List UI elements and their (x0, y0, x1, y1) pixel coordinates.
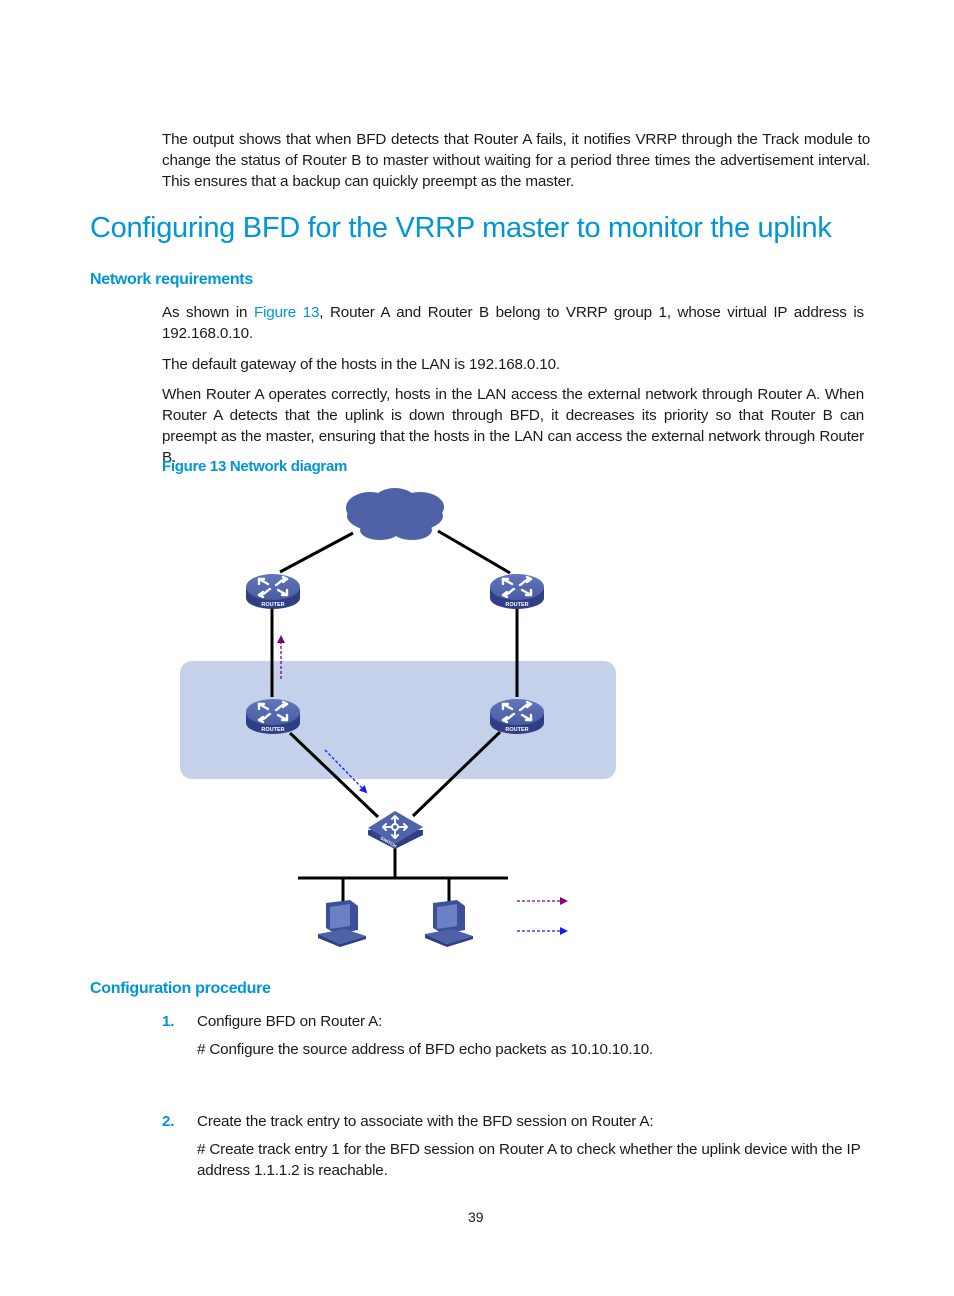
step-1-title: Configure BFD on Router A: (197, 1013, 383, 1030)
step-2-number: 2. (162, 1113, 175, 1130)
page-number: 39 (468, 1209, 484, 1225)
network-diagram: ROUTER ROUTER ROUTER ROUTER SWITCH (180, 488, 616, 947)
configuration-procedure-heading: Configuration procedure (90, 980, 271, 997)
host-icon-2 (425, 900, 473, 947)
step-2-detail: # Create track entry 1 for the BFD sessi… (197, 1141, 861, 1179)
step-1-number: 1. (162, 1013, 175, 1030)
link-cloud-router-right-top (437, 529, 511, 575)
router-label: ROUTER (505, 602, 528, 608)
host-icon-1 (318, 900, 366, 947)
router-label: ROUTER (505, 727, 528, 733)
router-icon-router-b: ROUTER (488, 697, 546, 736)
router-label: ROUTER (261, 602, 284, 608)
step-2-title: Create the track entry to associate with… (197, 1113, 654, 1130)
vrrp-group-area (180, 661, 616, 779)
router-icon-upper-right: ROUTER (488, 572, 546, 611)
router-icon-upper-left: ROUTER (244, 572, 302, 611)
router-icon-router-a: ROUTER (244, 697, 302, 736)
router-label: ROUTER (261, 727, 284, 733)
link-cloud-router-left-top (279, 531, 354, 574)
cloud-icon (346, 488, 444, 540)
step-1-detail: # Configure the source address of BFD ec… (197, 1041, 654, 1058)
